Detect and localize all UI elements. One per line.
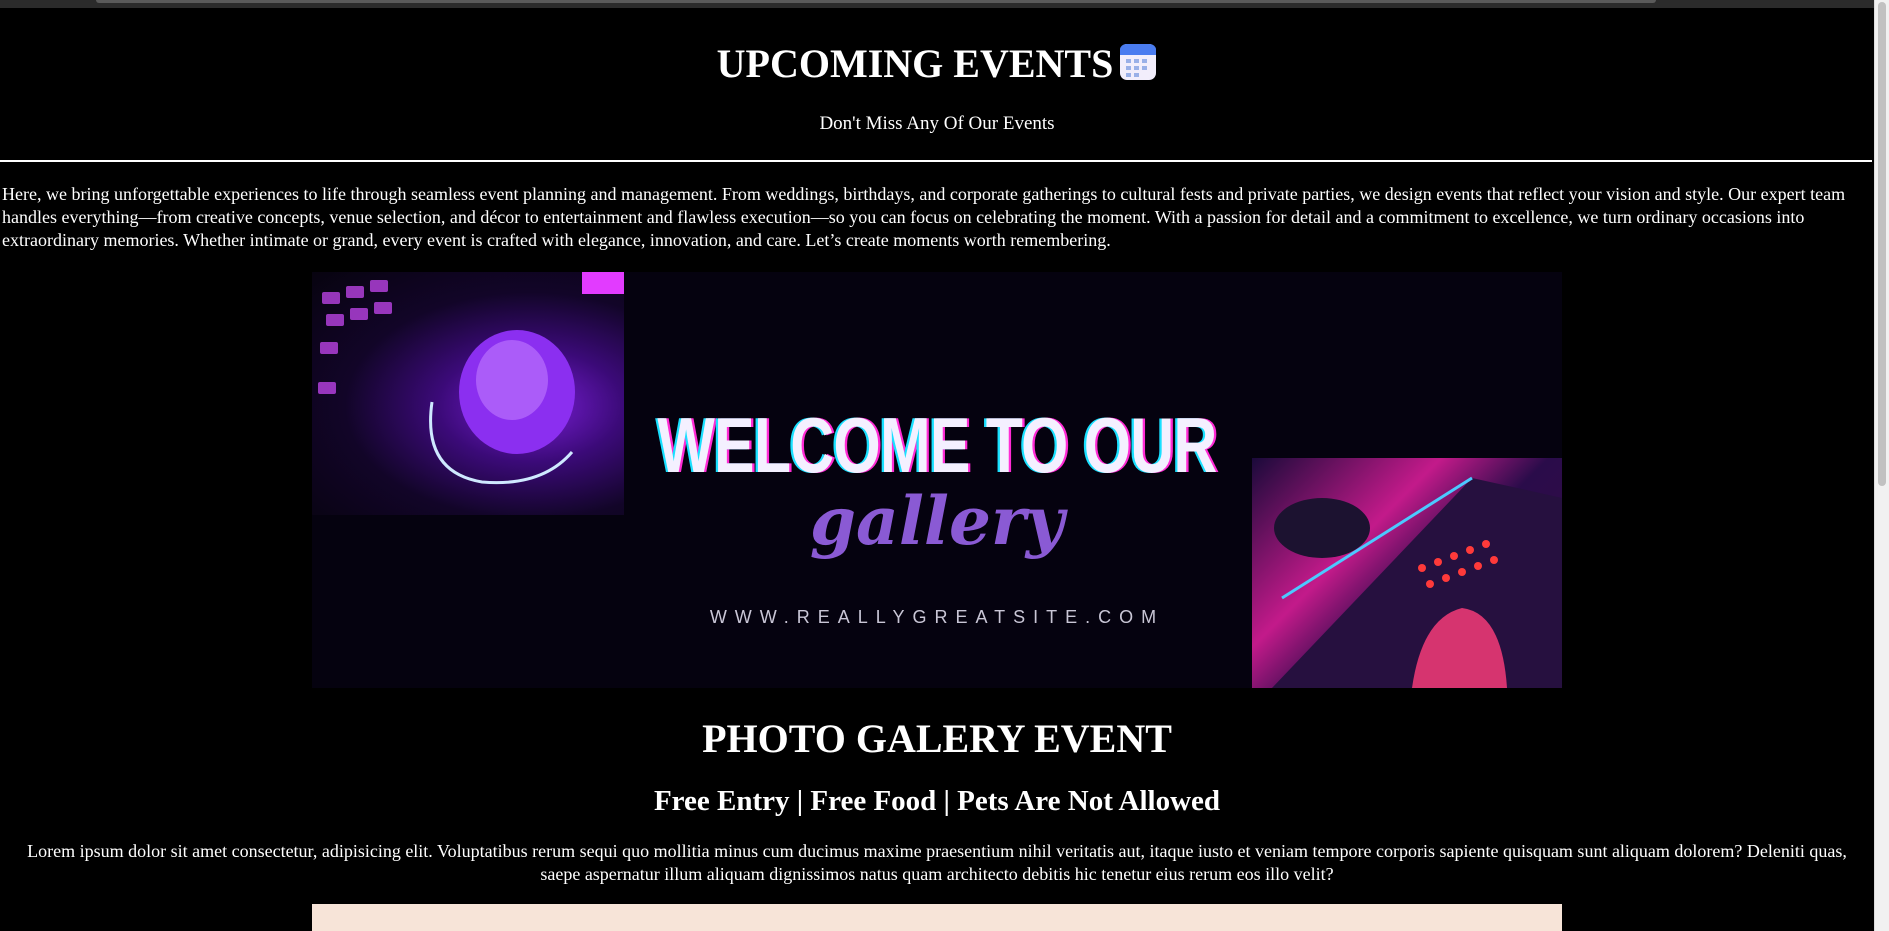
event-title: PHOTO GALERY EVENT — [702, 716, 1172, 761]
gallery-banner-image: WELCOME TO OUR gallery WWW.REALLYGREATSI… — [312, 272, 1562, 688]
banner-script-word: gallery — [809, 482, 1065, 560]
page-title: UPCOMING EVENTS — [0, 38, 1874, 90]
calendar-icon — [1119, 42, 1157, 80]
divider — [0, 160, 1872, 162]
banner-headline: WELCOME TO OUR — [657, 401, 1217, 489]
event-features: Free Entry | Free Food | Pets Are Not Al… — [653, 785, 1221, 817]
browser-top-strip — [0, 0, 1889, 8]
scrollbar-thumb[interactable] — [1878, 2, 1886, 486]
address-bar-edge — [96, 0, 1656, 3]
banner-site-url: WWW.REALLYGREATSITE.COM — [709, 607, 1165, 627]
vertical-scrollbar[interactable] — [1874, 0, 1889, 931]
page-title-text: UPCOMING EVENTS — [716, 41, 1114, 86]
page-subtitle: Don't Miss Any Of Our Events — [819, 113, 1055, 134]
next-event-image — [312, 904, 1562, 931]
event-description: Lorem ipsum dolor sit amet consectetur, … — [27, 841, 1847, 884]
page-content: UPCOMING EVENTS Don't Miss Any Of Our Ev… — [0, 8, 1874, 931]
intro-paragraph: Here, we bring unforgettable experiences… — [2, 184, 1846, 250]
